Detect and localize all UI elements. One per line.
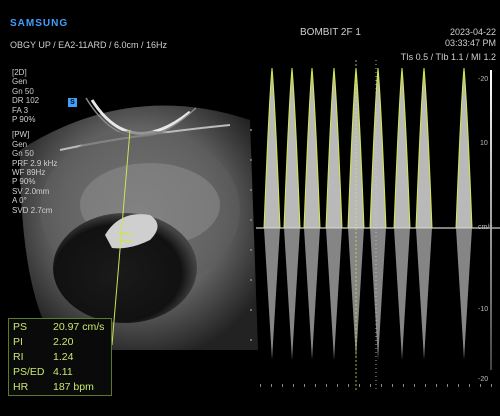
dynamic-range: DR 102: [12, 96, 40, 106]
scale-bottom: -20: [478, 376, 489, 383]
power-pw: P 90%: [12, 177, 36, 187]
sample-volume: SV 2.0mm: [12, 186, 50, 196]
gen-pw: Gen: [12, 139, 28, 149]
measurement-value: 187 bpm: [53, 381, 94, 393]
patient-title: BOMBIT 2F 1: [300, 27, 361, 38]
time-tick: [282, 384, 283, 387]
time-tick: [315, 384, 316, 387]
exam-date: 2023-04-22: [449, 27, 496, 37]
thermal-index: TIs 0.5 / TIb 1.1 / MI 1.2: [400, 52, 496, 62]
s-marker-icon: S: [68, 98, 77, 107]
scale-upper: 10: [480, 140, 488, 147]
spectral-trough: [264, 228, 280, 360]
probe-info: OBGY UP / EA2-11ARD / 6.0cm / 16Hz: [10, 40, 168, 50]
exam-time: 03:33:47 PM: [444, 38, 496, 48]
measurement-value: 20.97 cm/s: [53, 321, 105, 333]
angle: A 0°: [12, 196, 27, 206]
brand-logo: SAMSUNG: [10, 18, 69, 29]
measurement-label: PS/ED: [13, 366, 45, 378]
spectral-peak: [264, 68, 280, 228]
spectral-peak: [284, 68, 300, 228]
measurement-label: RI: [13, 351, 24, 363]
measurement-label: PS: [13, 321, 28, 333]
spectral-trough: [284, 228, 300, 360]
time-tick: [293, 384, 294, 387]
spectral-peak: [304, 68, 320, 228]
time-tick: [436, 384, 437, 387]
imaging-parameters: [2D] Gen Gn 50 DR 102 FA 3 P 90% [PW] Ge…: [12, 68, 72, 215]
scale-lower: -10: [478, 306, 489, 313]
measurement-value: 4.11: [53, 366, 73, 378]
time-tick: [260, 384, 261, 387]
time-tick: [447, 384, 448, 387]
spectral-trough: [304, 228, 320, 360]
time-tick: [425, 384, 426, 387]
wall-filter: WF 89Hz: [12, 168, 46, 178]
ultrasound-screen: -20 10 cm/s -10 -20 SAMSUNG BOMBIT 2F 1 …: [0, 0, 500, 416]
scale-unit: cm/s: [478, 224, 493, 231]
time-tick: [348, 384, 349, 387]
measurement-panel: PS 20.97 cm/s PI 2.20 RI 1.24 PS/ED 4.11…: [8, 318, 112, 396]
time-tick: [337, 384, 338, 387]
time-tick: [381, 384, 382, 387]
prf: PRF 2.9 kHz: [12, 158, 58, 168]
mode-2d-label: [2D]: [12, 68, 27, 77]
time-tick: [359, 384, 360, 387]
velocity-scale: -20 10 cm/s -10 -20: [470, 70, 500, 390]
spectral-trough: [416, 228, 432, 360]
scale-top: -20: [478, 76, 489, 83]
spectral-peak: [416, 68, 432, 228]
time-tick: [304, 384, 305, 387]
spectral-trough: [326, 228, 342, 360]
time-tick: [326, 384, 327, 387]
mode-pw-label: [PW]: [12, 130, 30, 140]
measurement-label: HR: [13, 381, 29, 393]
time-tick: [392, 384, 393, 387]
time-tick: [271, 384, 272, 387]
frame-average: FA 3: [12, 105, 29, 115]
scale-bar: [490, 70, 492, 370]
gain-pw: Gn 50: [12, 149, 34, 159]
time-tick: [458, 384, 459, 387]
spectral-peak: [394, 68, 410, 228]
time-tick: [414, 384, 415, 387]
measurement-label: PI: [13, 336, 23, 348]
spectral-trough: [370, 228, 386, 360]
gain-2d: Gn 50: [12, 86, 34, 96]
spectral-trough: [394, 228, 410, 360]
spectral-peak: [370, 68, 386, 228]
time-tick: [403, 384, 404, 387]
measurement-value: 2.20: [53, 336, 74, 348]
time-tick: [370, 384, 371, 387]
doppler-spectrum: [256, 60, 500, 390]
power-2d: P 90%: [12, 115, 36, 125]
sample-volume-depth: SVD 2.7cm: [12, 205, 53, 215]
measurement-value: 1.24: [53, 351, 74, 363]
spectral-peak: [326, 68, 342, 228]
gen-2d: Gen: [12, 77, 28, 87]
